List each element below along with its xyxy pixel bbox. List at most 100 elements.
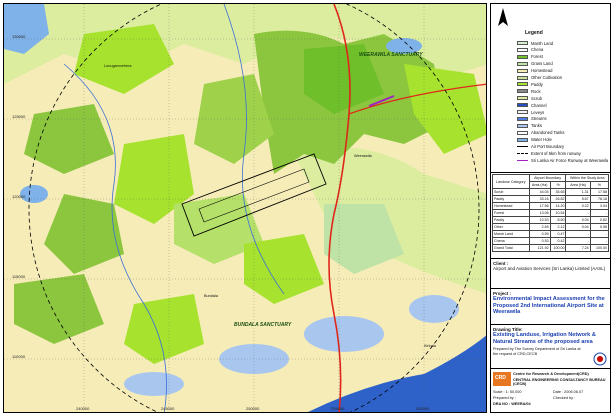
scale-text: Scale : 1: 50,000: [493, 390, 522, 394]
table-cell: 100.00: [589, 244, 610, 252]
table-cell: 35.65: [549, 188, 567, 196]
bundala-lagoon-1: [304, 316, 384, 352]
lagoon-east: [409, 295, 459, 323]
table-cell: 13.06: [528, 209, 551, 217]
table-cell: 2.69: [528, 223, 551, 231]
table-row: Marsh Land 0.59 0.47- -: [492, 230, 610, 238]
table-cell: 78.18: [589, 195, 610, 203]
table-cell: Chena: [492, 237, 530, 245]
legend-swatch: [517, 130, 528, 135]
table-header: Airport Boundary: [528, 174, 567, 182]
legend-item: Air Port Boundary: [517, 144, 564, 150]
map-sheet: 130000 125000 120000 115000 110000 24000…: [0, 0, 614, 418]
table-cell: 2.12: [549, 223, 567, 231]
table-header: Within the Study Area: [565, 174, 609, 182]
org-name: Centre for Research & Development(CRD): [513, 372, 589, 376]
table-cell: Forest: [492, 209, 530, 217]
easting-tick: 260000: [416, 406, 430, 411]
table-cell: 17.56: [528, 202, 551, 210]
table-cell: Paddy: [492, 216, 530, 224]
weerawila-sanctuary-label: WEERAWILA SANCTUARY: [359, 52, 423, 58]
legend-item: Tanks: [517, 123, 542, 129]
table-cell: 121.92: [528, 244, 551, 252]
legend-label: Forest: [531, 54, 543, 60]
legend-swatch: [517, 123, 528, 128]
table-row: Other 2.69 2.12 0.04 0.58: [492, 223, 610, 231]
legend-item: Channel: [517, 102, 547, 108]
legend-item: Rock: [517, 88, 541, 94]
crd-logo: CRD: [493, 372, 511, 386]
legend-swatch: [517, 54, 528, 59]
legend-title: Legend: [525, 30, 543, 36]
table-row: Scrub 44.04 35.65 1.31 17.58: [492, 188, 610, 196]
legend-swatch: [517, 152, 528, 154]
table-cell: Scrub: [492, 188, 530, 196]
legend-item: Water Hole: [517, 137, 552, 143]
table-row: Grand Total 121.92 100.00 7.24 100.00: [492, 244, 610, 252]
legend-label: Sri Lanka Air Force Runway at Weerawila: [531, 157, 609, 163]
legend-label: Rock: [531, 88, 541, 94]
drawing-section: Drawing Title: Existing Landuse, Irrigat…: [491, 324, 610, 368]
legend-item: Homestead: [517, 68, 552, 74]
table-cell: 1.31: [565, 188, 591, 196]
map-canvas: [4, 4, 486, 412]
northing-tick: 110000: [12, 354, 26, 359]
table-cell: 0.53: [528, 237, 551, 245]
table-cell: 0.59: [528, 230, 551, 238]
table-row: Paddy 10.53 8.50 0.04 0.62: [492, 216, 610, 224]
table-cell: 14.20: [549, 202, 567, 210]
legend-item: Chena: [517, 47, 543, 53]
drawing-text: Existing Landuse, Irrigation Network & N…: [493, 332, 596, 345]
title-block: Legend Marsh Land Chena Forest Grass Land Ho…: [490, 3, 611, 413]
legend-label: Water Hole: [531, 137, 552, 143]
table-cell: 0.58: [589, 223, 610, 231]
table-cell: Homestead: [492, 202, 530, 210]
client-section: Client : Airport and Aviation Services (…: [491, 258, 610, 288]
land-use-map[interactable]: 130000 125000 120000 115000 110000 24000…: [3, 3, 487, 413]
table-subheader: Area (Ha): [528, 181, 551, 189]
table-subheader: Area (Ha): [565, 181, 591, 189]
legend-label: Marsh Land: [531, 40, 554, 46]
bundala-lagoon-3: [124, 372, 184, 396]
legend-label: Chena: [531, 47, 544, 53]
legend-label: Other Cultivation: [531, 75, 563, 80]
legend-swatch: [517, 103, 528, 108]
table-cell: 10.53: [528, 216, 551, 224]
northing-tick: 115000: [12, 274, 26, 279]
table-cell: 17.58: [589, 188, 610, 196]
legend-swatch: [517, 137, 528, 142]
table-row: Homestead 17.56 14.20 0.22 3.04: [492, 202, 610, 210]
legend-item: Extent of 5km from runway: [517, 150, 581, 156]
legend-swatch: [517, 146, 528, 147]
table-row: Paddy 33.16 26.82 5.67 78.18: [492, 195, 610, 203]
table-cell: 26.82: [549, 195, 567, 203]
legend-item: Sri Lanka Air Force Runway at Weerawila: [517, 157, 608, 163]
project-section: Project : Environmental Impact Assessmen…: [491, 288, 610, 324]
table-cell: Paddy: [492, 195, 530, 203]
legend-label: Air Port Boundary: [531, 144, 565, 149]
project-text: Environmental Impact Assessment for the …: [493, 296, 605, 316]
legend-swatch: [517, 159, 528, 161]
drawing-number: DRA NO : WEERA/04: [493, 402, 531, 406]
org-name-cecb: CENTRAL ENGINEERING CONSULTANCY BUREAU (…: [513, 378, 606, 387]
table-cell: 0.62: [589, 216, 610, 224]
legend-swatch: [517, 47, 528, 52]
table-cell: -: [565, 230, 591, 238]
legend-item: Forest: [517, 54, 543, 60]
legend-label: Leveys: [531, 109, 545, 115]
table-cell: 44.04: [528, 188, 551, 196]
landuse-table-section: Landuse Category Airport Boundary Within…: [491, 172, 610, 253]
table-cell: 3.04: [589, 202, 610, 210]
legend-label: Tanks: [531, 123, 542, 129]
legend-swatch: [517, 96, 528, 101]
table-cell: 8.50: [549, 216, 567, 224]
checked-by: Checked by :: [553, 396, 576, 400]
footer-section: CRD Centre for Research & Development(CR…: [491, 368, 610, 412]
legend-swatch: [517, 41, 528, 45]
legend-label: Paddy: [531, 81, 543, 87]
table-cell: 0.04: [565, 216, 591, 224]
table-cell: 0.42: [549, 237, 567, 245]
bundala-sanctuary-label: BUNDALA SANCTUARY: [234, 322, 292, 328]
place-label: Weerawila: [354, 154, 372, 158]
table-cell: -: [565, 209, 591, 217]
